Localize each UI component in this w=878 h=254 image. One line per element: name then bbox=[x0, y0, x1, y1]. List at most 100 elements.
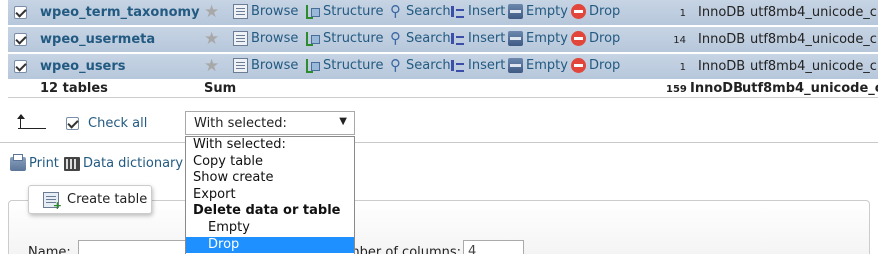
table-row[interactable]: wpeo_term_taxonomy ★ Browse Structure ⚲ S… bbox=[8, 0, 878, 26]
row-checkbox[interactable] bbox=[14, 33, 27, 46]
insert-label: Insert bbox=[468, 4, 506, 19]
favorite-star-icon[interactable]: ★ bbox=[204, 31, 219, 48]
check-all-label[interactable]: Check all bbox=[88, 116, 147, 131]
empty-label: Empty bbox=[526, 31, 568, 46]
data-dictionary-link[interactable]: Data dictionary bbox=[64, 156, 183, 171]
columns-input[interactable]: 4 bbox=[463, 240, 524, 254]
browse-action[interactable]: Browse bbox=[233, 58, 298, 73]
empty-icon bbox=[508, 58, 523, 73]
browse-icon bbox=[233, 4, 248, 19]
row-checkbox[interactable] bbox=[14, 60, 27, 73]
drop-action[interactable]: Drop bbox=[571, 31, 620, 46]
favorite-star-icon[interactable]: ★ bbox=[204, 58, 219, 75]
structure-action[interactable]: Structure bbox=[305, 31, 383, 46]
search-action[interactable]: ⚲ Search bbox=[388, 56, 451, 74]
table-name-link[interactable]: wpeo_users bbox=[40, 59, 126, 74]
structure-icon bbox=[305, 58, 320, 73]
insert-label: Insert bbox=[468, 58, 506, 73]
summary-row: 12 tables Sum 159 InnoDB utf8mb4_unicode… bbox=[8, 80, 878, 98]
drop-action[interactable]: Drop bbox=[571, 4, 620, 19]
create-table-icon bbox=[43, 191, 62, 212]
row-count: 1 bbox=[679, 8, 686, 19]
summary-collation: utf8mb4_unicode_ci bbox=[742, 81, 878, 96]
printer-icon bbox=[10, 153, 26, 171]
dropdown-group-label: Delete data or table bbox=[193, 203, 341, 219]
drop-action[interactable]: Drop bbox=[571, 58, 620, 73]
check-all-checkbox[interactable] bbox=[66, 117, 79, 130]
empty-icon bbox=[508, 31, 523, 46]
print-link[interactable]: Print bbox=[10, 153, 59, 171]
collation-cell: utf8mb4_unicode_ci bbox=[750, 59, 878, 74]
favorite-star-icon[interactable]: ★ bbox=[204, 4, 219, 21]
browse-icon bbox=[233, 58, 248, 73]
search-icon: ⚲ bbox=[390, 29, 401, 47]
table-row[interactable]: wpeo_users ★ Browse Structure ⚲ Search In… bbox=[8, 54, 878, 80]
collation-cell: utf8mb4_unicode_ci bbox=[750, 5, 878, 20]
engine-cell: InnoDB bbox=[698, 59, 746, 74]
drop-icon bbox=[571, 31, 586, 46]
row-count: 1 bbox=[679, 62, 686, 73]
drop-label: Drop bbox=[589, 31, 621, 46]
data-dictionary-label: Data dictionary bbox=[83, 156, 184, 171]
insert-label: Insert bbox=[468, 31, 506, 46]
drop-label: Drop bbox=[589, 4, 621, 19]
create-table-button[interactable]: Create table bbox=[28, 185, 152, 214]
insert-icon bbox=[450, 58, 465, 73]
with-selected-dropdown[interactable]: With selected: Copy table Show create Ex… bbox=[185, 136, 355, 254]
search-action[interactable]: ⚲ Search bbox=[388, 2, 451, 20]
structure-action[interactable]: Structure bbox=[305, 58, 383, 73]
name-label: Name: bbox=[28, 245, 71, 254]
table-name-link[interactable]: wpeo_usermeta bbox=[40, 32, 155, 47]
insert-icon bbox=[450, 31, 465, 46]
dropdown-option[interactable]: Show create bbox=[186, 170, 354, 187]
engine-cell: InnoDB bbox=[698, 5, 746, 20]
empty-action[interactable]: Empty bbox=[508, 58, 568, 73]
empty-action[interactable]: Empty bbox=[508, 4, 568, 19]
browse-label: Browse bbox=[251, 58, 299, 73]
structure-action[interactable]: Structure bbox=[305, 4, 383, 19]
drop-icon bbox=[571, 58, 586, 73]
browse-icon bbox=[233, 31, 248, 46]
table-name-input[interactable] bbox=[78, 240, 198, 254]
table-count: 12 tables bbox=[40, 81, 108, 96]
browse-label: Browse bbox=[251, 4, 299, 19]
dropdown-option[interactable]: With selected: bbox=[186, 137, 354, 154]
browse-action[interactable]: Browse bbox=[233, 31, 298, 46]
structure-label: Structure bbox=[323, 31, 384, 46]
dropdown-option[interactable]: Export bbox=[186, 187, 354, 204]
dropdown-option-highlighted[interactable]: Drop bbox=[186, 236, 354, 254]
select-arrow-icon bbox=[17, 114, 46, 129]
empty-label: Empty bbox=[526, 4, 568, 19]
browse-label: Browse bbox=[251, 31, 299, 46]
search-label: Search bbox=[406, 58, 451, 73]
insert-icon bbox=[450, 4, 465, 19]
columns-label: mber of columns: bbox=[347, 245, 462, 254]
drop-icon bbox=[571, 4, 586, 19]
insert-action[interactable]: Insert bbox=[450, 31, 505, 46]
insert-action[interactable]: Insert bbox=[450, 58, 505, 73]
empty-label: Empty bbox=[526, 58, 568, 73]
search-icon: ⚲ bbox=[390, 2, 401, 20]
divider bbox=[0, 142, 878, 143]
drop-label: Drop bbox=[589, 58, 621, 73]
table-row[interactable]: wpeo_usermeta ★ Browse Structure ⚲ Search… bbox=[8, 27, 878, 53]
table-name-link[interactable]: wpeo_term_taxonomy bbox=[40, 5, 200, 20]
empty-action[interactable]: Empty bbox=[508, 31, 568, 46]
collation-cell: utf8mb4_unicode_ci bbox=[750, 32, 878, 47]
search-label: Search bbox=[406, 31, 451, 46]
row-count: 14 bbox=[673, 35, 686, 46]
search-icon: ⚲ bbox=[390, 56, 401, 74]
search-action[interactable]: ⚲ Search bbox=[388, 29, 451, 47]
summary-row-count: 159 bbox=[666, 84, 687, 95]
empty-icon bbox=[508, 4, 523, 19]
row-checkbox[interactable] bbox=[14, 6, 27, 19]
structure-label: Structure bbox=[323, 4, 384, 19]
insert-action[interactable]: Insert bbox=[450, 4, 505, 19]
structure-icon bbox=[305, 4, 320, 19]
summary-label: Sum bbox=[204, 81, 237, 96]
summary-engine: InnoDB bbox=[690, 81, 743, 96]
dropdown-option[interactable]: Copy table bbox=[186, 154, 354, 171]
browse-action[interactable]: Browse bbox=[233, 4, 298, 19]
with-selected-select[interactable]: With selected: ▼ bbox=[185, 111, 355, 135]
dropdown-option[interactable]: Empty bbox=[186, 220, 354, 237]
